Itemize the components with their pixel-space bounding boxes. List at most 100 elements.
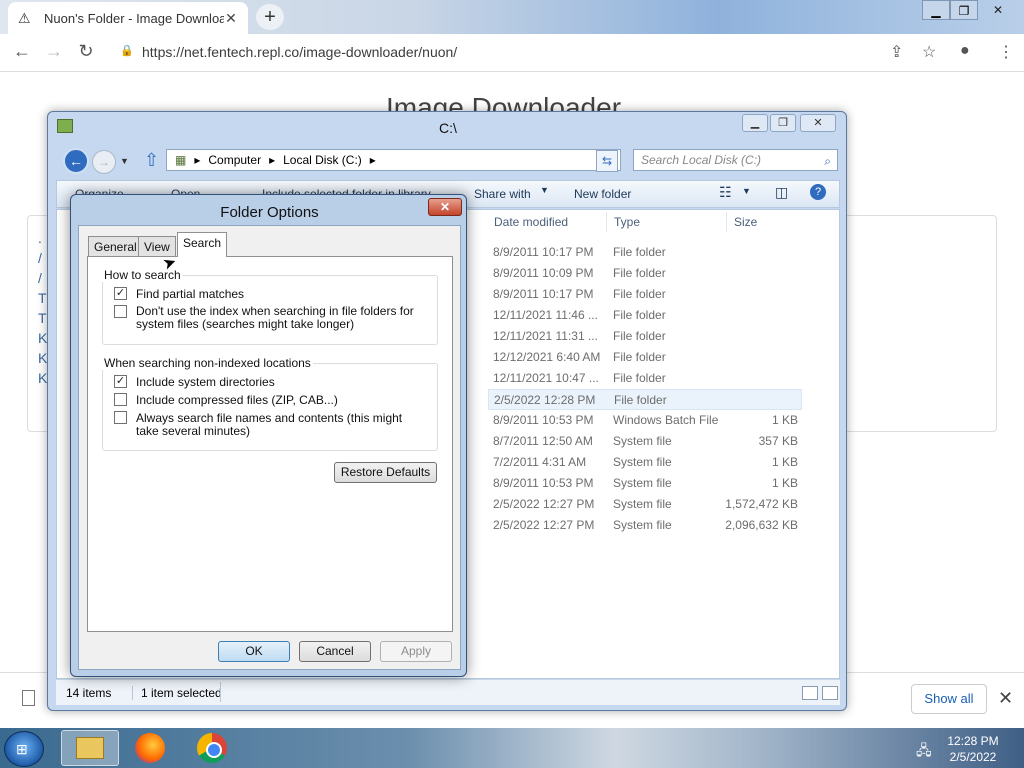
file-row[interactable]: 12/11/2021 11:31 ... File folder [488,326,802,347]
up-folder-icon[interactable]: ⇧ [144,150,159,171]
explorer-minimize-button[interactable]: ▁ [742,114,768,132]
file-row[interactable]: 2/5/2022 12:27 PM System file 2,096,632 KB [488,515,802,536]
search-icon[interactable]: ⌕ [824,151,831,171]
lock-icon: 🔒 [120,45,134,57]
browser-close-button[interactable]: ✕ [978,0,1018,20]
explorer-status-bar: 14 items 1 item selected [56,679,840,705]
breadcrumb-separator-icon: ▸ [194,153,201,167]
bookmark-star-icon[interactable]: ☆ [922,42,936,62]
tab-title: Nuon's Folder - Image Downloa [44,10,224,26]
file-row[interactable]: 12/12/2021 6:40 AM File folder [488,347,802,368]
dialog-title: Folder Options [220,204,319,221]
column-header-date[interactable]: Date modified [494,215,568,229]
column-header-type[interactable]: Type [614,215,640,229]
address-bar[interactable]: https://net.fentech.repl.co/image-downlo… [142,44,457,60]
include-system-directories-label: Include system directories [136,375,275,389]
selection-count: 1 item selected [132,686,222,700]
find-partial-matches-label: Find partial matches [136,287,245,301]
tab-general[interactable]: General [88,236,143,256]
new-folder-button[interactable]: New folder [574,187,631,201]
file-row[interactable]: 7/2/2011 4:31 AM System file 1 KB [488,452,802,473]
file-row[interactable]: 8/9/2011 10:17 PM File folder [488,284,802,305]
firefox-icon [135,733,165,763]
file-row[interactable]: 8/9/2011 10:53 PM Windows Batch File 1 KB [488,410,802,431]
taskbar-clock[interactable]: 12:28 PM 2/5/2022 [940,733,1006,765]
include-system-directories-checkbox[interactable]: ✓ [114,375,127,388]
breadcrumb-separator-icon: ▸ [269,153,276,167]
status-divider [220,682,221,702]
column-header-size[interactable]: Size [734,215,757,229]
reload-icon[interactable]: ↻ [74,40,98,62]
help-icon[interactable]: ? [810,184,826,200]
cancel-button[interactable]: Cancel [299,641,371,662]
new-tab-button[interactable]: + [256,4,284,30]
dont-use-index-checkbox[interactable] [114,305,127,318]
clock-time: 12:28 PM [947,734,999,748]
refresh-icon[interactable]: ⇆ [596,150,618,172]
file-row[interactable]: 8/9/2011 10:09 PM File folder [488,263,802,284]
explorer-close-button[interactable]: ✕ [800,114,836,132]
column-divider[interactable] [606,212,607,232]
large-icons-view-icon[interactable] [822,686,838,700]
explorer-address-bar[interactable]: ▦ ▸ Computer ▸ Local Disk (C:) ▸ ▼ [166,149,621,171]
file-row[interactable]: 8/9/2011 10:17 PM File folder [488,242,802,263]
include-compressed-files-label: Include compressed files (ZIP, CAB...) [136,393,338,407]
details-view-icon[interactable] [802,686,818,700]
file-row[interactable]: 2/5/2022 12:27 PM System file 1,572,472 KB [488,494,802,515]
item-count: 14 items [66,686,112,700]
explorer-back-button[interactable]: ← [63,148,89,174]
file-row[interactable]: 8/9/2011 10:53 PM System file 1 KB [488,473,802,494]
close-tab-icon[interactable]: ✕ [224,10,238,27]
preview-pane-icon[interactable]: ◫ [775,184,788,201]
file-row[interactable]: 12/11/2021 11:46 ... File folder [488,305,802,326]
search-placeholder: Search Local Disk (C:) [641,153,762,167]
show-all-button[interactable]: Show all [911,684,987,714]
view-chevron-icon[interactable]: ▼ [742,186,751,196]
column-divider[interactable] [726,212,727,232]
computer-small-icon: ▦ [175,153,187,167]
always-search-contents-label: Always search file names and contents (t… [136,411,403,438]
file-row[interactable]: 8/7/2011 12:50 AM System file 357 KB [488,431,802,452]
tab-search[interactable]: Search [177,232,228,257]
file-row[interactable]: 12/11/2021 10:47 ... File folder [488,368,802,389]
clock-date: 2/5/2022 [949,750,997,764]
browser-tab[interactable]: ⚠ Nuon's Folder - Image Downloa ✕ [8,2,248,34]
back-arrow-icon[interactable]: ← [10,40,34,62]
file-row-selected[interactable]: 2/5/2022 12:28 PM File folder [488,389,802,410]
profile-icon[interactable]: ● [960,42,970,60]
document-icon [22,690,35,706]
change-view-icon[interactable]: ☷ [719,184,732,201]
browser-maximize-button[interactable]: ❐ [950,0,978,20]
breadcrumb-computer[interactable]: Computer [208,153,261,167]
dialog-close-button[interactable]: ✕ [428,198,462,216]
dialog-body: General View Search How to search ✓ Find… [78,225,461,670]
share-icon[interactable]: ⇪ [890,42,903,62]
windows-logo-icon: ⊞ [16,741,28,757]
close-download-bar-icon[interactable]: ✕ [998,688,1013,709]
chrome-icon [197,733,227,763]
include-compressed-files-checkbox[interactable] [114,393,127,406]
folder-icon [76,737,104,759]
forward-arrow-icon[interactable]: → [42,40,66,62]
share-with-chevron-icon: ▼ [540,185,549,195]
recent-pages-chevron-icon[interactable]: ▼ [120,156,129,166]
always-search-contents-checkbox[interactable] [114,411,127,424]
find-partial-matches-checkbox[interactable]: ✓ [114,287,127,300]
apply-button[interactable]: Apply [380,641,452,662]
warning-icon: ⚠ [18,9,31,26]
network-icon[interactable]: 🖧 [916,740,932,764]
browser-minimize-button[interactable]: ▁ [922,0,950,20]
explorer-title: C:\ [439,120,457,136]
dont-use-index-label: Don't use the index when searching in fi… [136,304,414,331]
menu-icon[interactable]: ⋮ [998,42,1014,62]
share-with-menu[interactable]: Share with [474,187,531,201]
search-tab-panel: How to search ✓ Find partial matches Don… [87,256,453,632]
explorer-forward-button[interactable]: → [92,150,116,174]
breadcrumb-local-disk[interactable]: Local Disk (C:) [283,153,362,167]
folder-options-dialog: Folder Options ✕ General View Search How… [70,194,467,677]
explorer-maximize-button[interactable]: ❐ [770,114,796,132]
explorer-search-input[interactable]: Search Local Disk (C:) ⌕ [633,149,838,171]
restore-defaults-button[interactable]: Restore Defaults [334,462,437,483]
non-indexed-label: When searching non-indexed locations [102,356,313,370]
ok-button[interactable]: OK [218,641,290,662]
